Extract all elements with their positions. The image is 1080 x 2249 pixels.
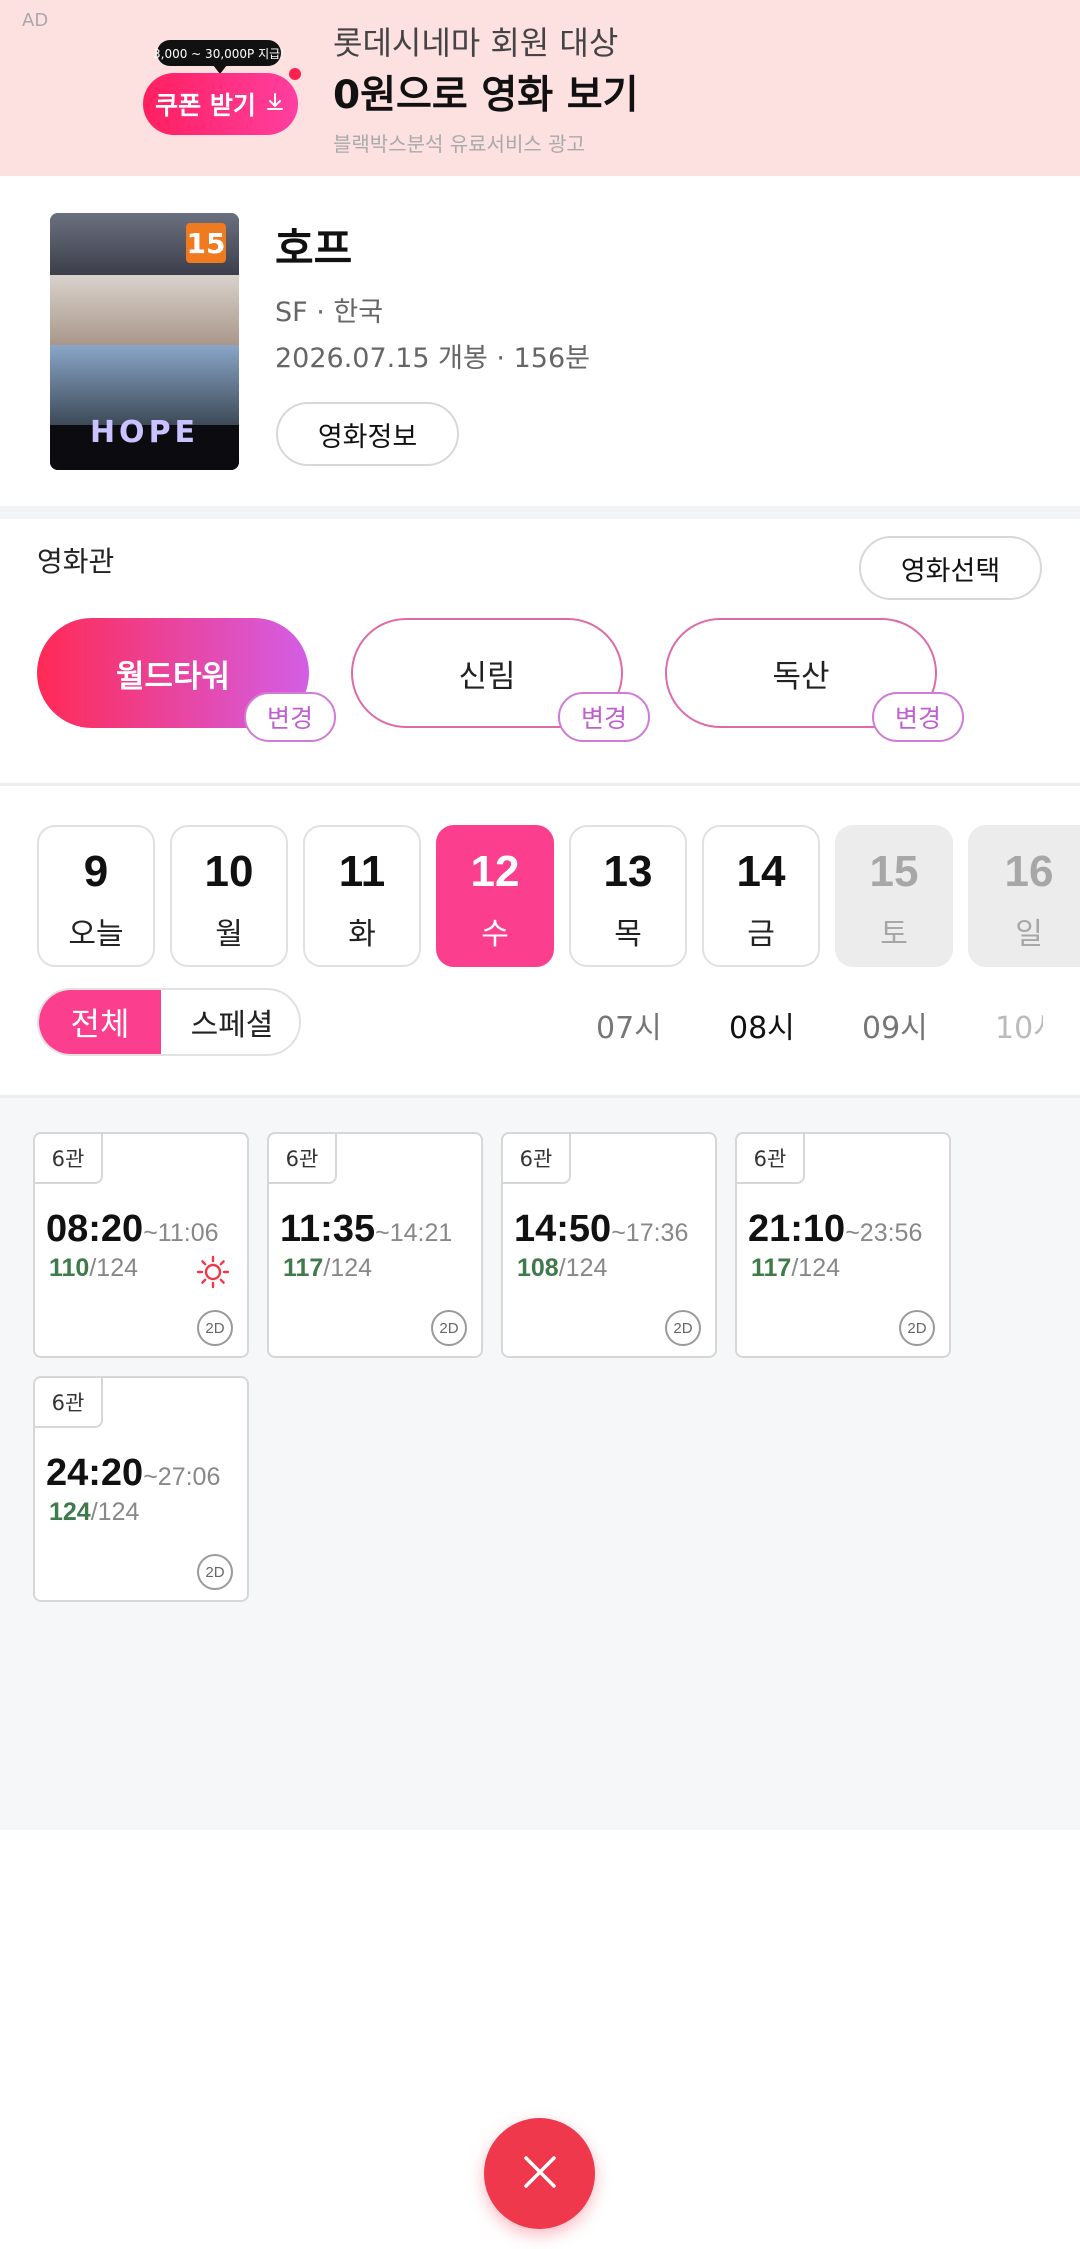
start-time: 21:10 (748, 1208, 846, 1250)
date-item[interactable]: 14 금 (702, 825, 820, 967)
ad-headline: 롯데시네마 회원 대상 (333, 24, 619, 62)
theater-name: 신림 (458, 658, 516, 695)
date-number: 14 (736, 847, 786, 896)
morning-sun-icon (195, 1254, 231, 1290)
hall-label: 6관 (33, 1376, 103, 1428)
date-item[interactable]: 13 목 (569, 825, 687, 967)
total-seats: /124 (323, 1254, 373, 1282)
date-weekday: 토 (880, 917, 908, 952)
showtime-list: 6관 08:20~11:06 110/124 2D 6관 11:35~14:21… (0, 1098, 1080, 1830)
notification-dot (289, 68, 301, 80)
end-time: ~23:56 (845, 1219, 923, 1247)
date-weekday: 수 (481, 917, 509, 952)
showtime-card[interactable]: 6관 08:20~11:06 110/124 2D (33, 1132, 249, 1358)
ad-title: 0원으로 영화 보기 (333, 73, 639, 118)
available-seats: 117 (283, 1254, 324, 1282)
hall-label: 6관 (267, 1132, 337, 1184)
total-seats: /124 (90, 1498, 140, 1526)
start-time: 14:50 (514, 1208, 612, 1250)
movie-genre: SF · 한국 (275, 297, 384, 328)
ad-tag: AD (22, 10, 49, 31)
showtime-card[interactable]: 6관 21:10~23:56 117/124 2D (735, 1132, 951, 1358)
date-weekday: 화 (348, 917, 376, 952)
theater-name: 월드타워 (115, 658, 231, 695)
hall-label: 6관 (735, 1132, 805, 1184)
ad-bubble: 3,000 ~ 30,000P 지급! (153, 40, 285, 74)
coupon-button[interactable]: 쿠폰 받기 (143, 73, 298, 135)
hall-label: 6관 (33, 1132, 103, 1184)
end-time: ~17:36 (611, 1219, 689, 1247)
hour-item[interactable]: 07시 (596, 1003, 662, 1047)
age-rating-badge: 15 (186, 223, 226, 263)
change-button[interactable]: 변경 (872, 692, 964, 742)
end-time: ~27:06 (143, 1463, 221, 1491)
total-seats: /124 (89, 1254, 139, 1282)
end-time: ~11:06 (143, 1219, 219, 1247)
coupon-label: 쿠폰 받기 (155, 91, 256, 120)
close-button[interactable] (484, 2118, 595, 2229)
date-number: 16 (1004, 847, 1054, 896)
date-item[interactable]: 11 화 (303, 825, 421, 967)
filter-all-tab[interactable]: 전체 (39, 990, 161, 1054)
hour-item[interactable]: 10시 (995, 1003, 1043, 1047)
ad-caption: 블랙박스분석 유료서비스 광고 (333, 132, 585, 156)
change-button[interactable]: 변경 (558, 692, 650, 742)
start-time: 08:20 (46, 1208, 144, 1250)
start-time: 11:35 (280, 1208, 376, 1250)
date-item-disabled: 16 일 (968, 825, 1080, 967)
date-weekday: 일 (1015, 917, 1043, 952)
movie-title: 호프 (275, 224, 353, 273)
date-weekday: 오늘 (68, 917, 124, 952)
date-number: 12 (470, 847, 520, 896)
date-weekday: 목 (614, 917, 642, 952)
poster-title: HOPE (89, 415, 200, 450)
ad-banner[interactable]: AD 3,000 ~ 30,000P 지급! 쿠폰 받기 롯데시네마 회원 대상… (0, 0, 1080, 176)
date-number: 15 (869, 847, 919, 896)
movie-release: 2026.07.15 개봉 · 156분 (275, 343, 590, 374)
end-time: ~14:21 (375, 1219, 453, 1247)
date-number: 10 (204, 847, 254, 896)
total-seats: /124 (791, 1254, 841, 1282)
screen-type-toggle[interactable]: 전체 스페셜 (37, 988, 301, 1056)
hall-label: 6관 (501, 1132, 571, 1184)
date-item[interactable]: 10 월 (170, 825, 288, 967)
hour-item-active[interactable]: 08시 (729, 1003, 795, 1047)
showtime-card[interactable]: 6관 14:50~17:36 108/124 2D (501, 1132, 717, 1358)
download-icon (264, 90, 286, 119)
showtime-card[interactable]: 6관 24:20~27:06 124/124 2D (33, 1376, 249, 1602)
date-weekday: 월 (215, 917, 243, 952)
format-badge: 2D (197, 1310, 233, 1346)
section-divider (0, 506, 1080, 519)
available-seats: 108 (517, 1254, 559, 1282)
start-time: 24:20 (46, 1452, 144, 1494)
available-seats: 117 (751, 1254, 792, 1282)
filter-special-tab[interactable]: 스페셜 (161, 990, 299, 1054)
close-icon (518, 2150, 562, 2198)
theater-name: 독산 (772, 658, 830, 695)
date-weekday: 금 (747, 917, 775, 952)
date-number: 11 (338, 847, 386, 896)
movie-poster: HOPE 15 (50, 213, 239, 470)
movie-info-button[interactable]: 영화정보 (276, 402, 459, 466)
movie-select-button[interactable]: 영화선택 (859, 536, 1042, 600)
date-item-disabled: 15 토 (835, 825, 953, 967)
total-seats: /124 (558, 1254, 608, 1282)
available-seats: 110 (49, 1254, 90, 1282)
format-badge: 2D (197, 1554, 233, 1590)
showtime-card[interactable]: 6관 11:35~14:21 117/124 2D (267, 1132, 483, 1358)
change-button[interactable]: 변경 (244, 692, 336, 742)
format-badge: 2D (665, 1310, 701, 1346)
format-badge: 2D (431, 1310, 467, 1346)
theater-label: 영화관 (37, 545, 115, 578)
hour-item[interactable]: 09시 (862, 1003, 928, 1047)
date-number: 9 (83, 847, 109, 896)
date-item-selected[interactable]: 12 수 (436, 825, 554, 967)
available-seats: 124 (49, 1498, 91, 1526)
date-item[interactable]: 9 오늘 (37, 825, 155, 967)
section-divider (0, 783, 1080, 786)
format-badge: 2D (899, 1310, 935, 1346)
date-number: 13 (603, 847, 653, 896)
